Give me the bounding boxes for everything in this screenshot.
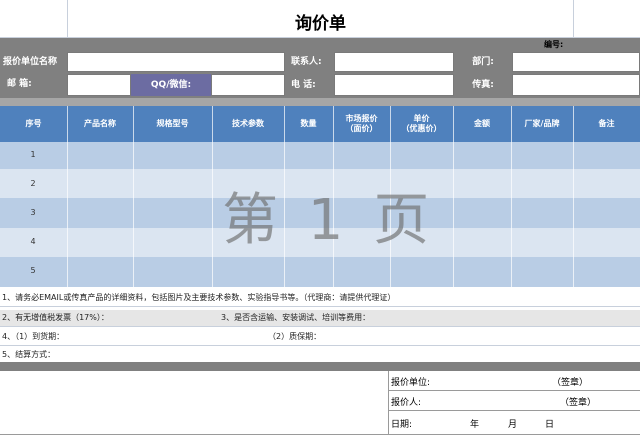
- fax-field[interactable]: [512, 74, 640, 96]
- column-header: 备注: [573, 106, 640, 142]
- column-header-sublabel: （面价）: [345, 124, 378, 133]
- date-label: 日期:: [391, 420, 413, 430]
- qq-field[interactable]: [211, 74, 285, 96]
- column-header: 规格型号: [133, 106, 212, 142]
- column-header-label: 序号: [25, 119, 42, 128]
- column-header-sublabel: （优惠价）: [401, 124, 442, 133]
- column-header: 厂家/品牌: [511, 106, 573, 142]
- spacer-bar: [0, 98, 640, 106]
- row-number: 1: [30, 150, 36, 159]
- column-header-label: 单价: [413, 114, 430, 123]
- dept-field[interactable]: [512, 52, 640, 72]
- column-header: 产品名称: [67, 106, 133, 142]
- column-header: 市场报价 （面价）: [333, 106, 390, 142]
- column-header: 技术参数: [212, 106, 284, 142]
- quote-unit-stamp: （签章）: [552, 378, 589, 388]
- phone-label: 电 话:: [291, 80, 316, 90]
- note-4a: 4、（1）到货期：: [2, 332, 65, 341]
- phone-field[interactable]: [334, 74, 454, 96]
- note-3: 3、是否含运输、安装调试、培训等费用：: [221, 313, 371, 322]
- note-4b: （2）质保期：: [268, 332, 322, 341]
- row-number: 3: [30, 208, 36, 217]
- email-field[interactable]: [67, 74, 131, 96]
- quoter-label: 报价人:: [391, 398, 422, 408]
- fax-label: 传真:: [472, 80, 494, 90]
- number-label: 编号:: [544, 40, 564, 49]
- row-number: 4: [30, 237, 36, 246]
- row-number: 2: [30, 179, 36, 188]
- column-header-label: 规格型号: [156, 119, 189, 128]
- contact-field[interactable]: [334, 52, 454, 72]
- column-header-label: 备注: [598, 119, 615, 128]
- quoter-stamp: （签章）: [560, 398, 597, 408]
- column-header-label: 产品名称: [84, 119, 116, 128]
- column-header: 序号: [0, 106, 67, 142]
- column-header-label: 数量: [300, 119, 317, 128]
- column-header: 单价 （优惠价）: [390, 106, 453, 142]
- note-1: 1、请务必EMAIL或传真产品的详细资料，包括图片及主要技术参数、实验指导书等。…: [2, 293, 396, 302]
- column-header-label: 厂家/品牌: [524, 119, 560, 128]
- table-row[interactable]: [0, 257, 640, 287]
- email-label: 邮 箱:: [7, 79, 32, 89]
- column-header-label: 市场报价: [345, 114, 378, 123]
- qq-label: QQ/微信:: [150, 80, 192, 90]
- date-year: 年: [470, 420, 480, 430]
- date-month: 月: [508, 420, 518, 430]
- row-number: 5: [30, 266, 36, 275]
- contact-label: 联系人:: [291, 57, 322, 67]
- quoting-unit-field[interactable]: [67, 52, 285, 72]
- quote-unit-label: 报价单位:: [391, 378, 431, 388]
- column-header: 数量: [284, 106, 333, 142]
- column-header: 金额: [453, 106, 511, 142]
- column-header-label: 金额: [474, 119, 490, 128]
- note-2: 2、有无增值税发票（17%）：: [2, 313, 109, 322]
- quoting-unit-label: 报价单位名称: [3, 57, 58, 67]
- inquiry-sheet: 询价单 编号: 报价单位名称 联系人: 部门: 邮 箱: QQ/微信: 电 话:…: [0, 0, 640, 435]
- page-watermark: 第 1 页: [222, 188, 436, 253]
- dept-label: 部门:: [472, 57, 494, 67]
- table-row[interactable]: [0, 142, 640, 169]
- column-header-label: 技术参数: [232, 119, 264, 128]
- date-day: 日: [545, 420, 555, 430]
- signature-top-bar: [0, 362, 640, 371]
- page-title: 询价单: [295, 14, 346, 34]
- note-5: 5、结算方式：: [2, 350, 56, 359]
